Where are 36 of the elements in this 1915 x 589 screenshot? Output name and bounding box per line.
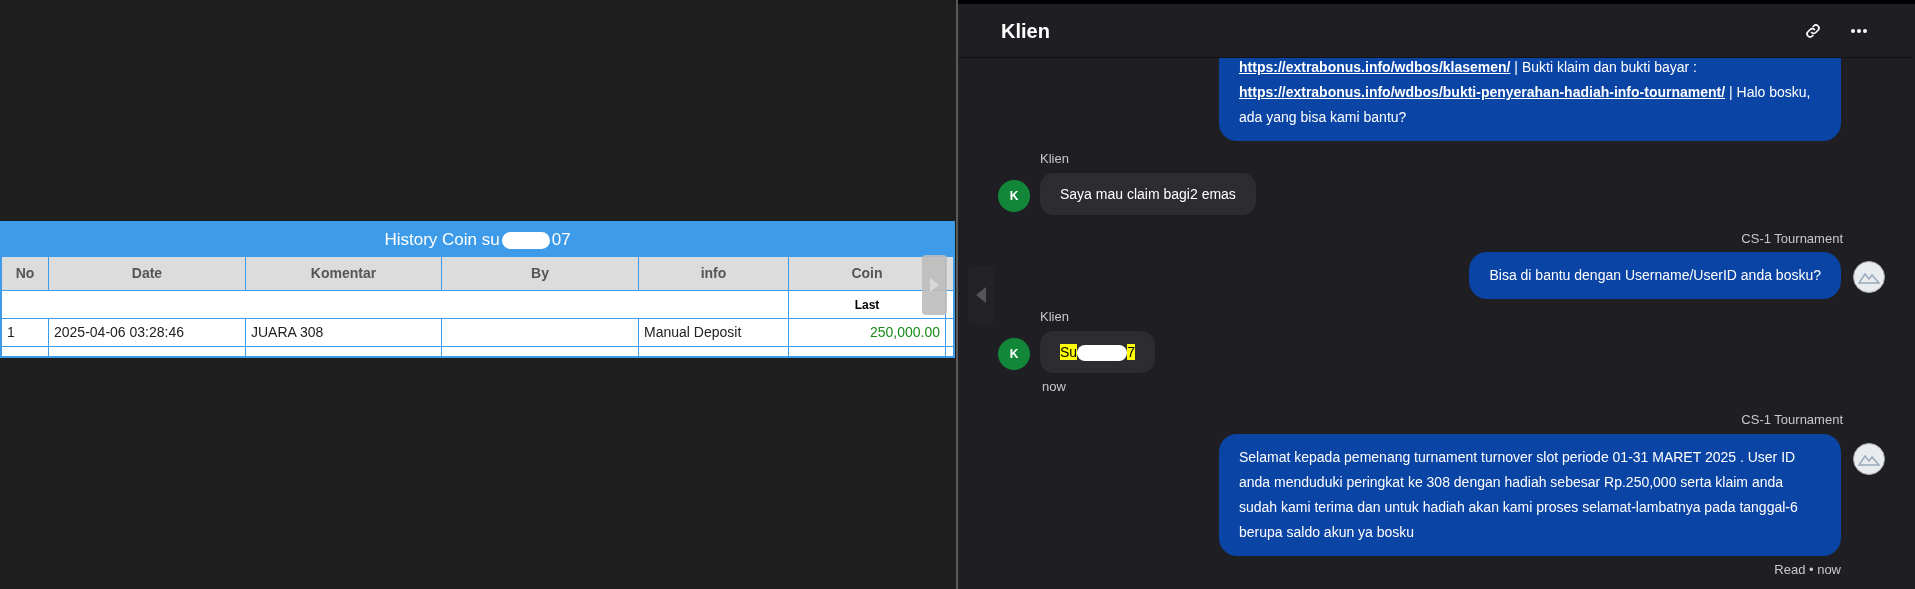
message-text: Bisa di bantu dengan Username/UserID anda bosku? xyxy=(1489,266,1821,285)
link-icon[interactable] xyxy=(1804,21,1822,40)
sender-name: Klien xyxy=(1040,308,1069,326)
user-avatar: K xyxy=(998,179,1030,212)
table-title-suffix: 07 xyxy=(551,229,571,252)
message-text: Selamat kepada pemenang turnament turnover slot periode 01-31 MARET 2025 . User ID anda menduduki peringkat ke 308 dengan hadiah sebesar Rp.250,000 serta klaim anda sudah kami terima dan untuk hadiah akan kami proses selamat-lambatnya pada tanggal-6 berupa saldo akun ya bosku xyxy=(1239,447,1799,542)
message-status: Read • now xyxy=(1774,560,1841,579)
message-text: Su 7 xyxy=(1060,342,1135,363)
sender-name: CS-1 Tournament xyxy=(1741,411,1843,429)
message-link[interactable]: https://extrabonus.info/wdbos/bukti-penyerahan-hadiah-info-tournament/ xyxy=(1239,84,1726,100)
table-cell: 250,000.00 xyxy=(789,319,946,346)
agent-avatar xyxy=(1853,442,1885,475)
sender-name: Klien xyxy=(1040,150,1069,168)
message-text: https://extrabonus.info/wdbos/klasemen/ | Bukti klaim dan bukti bayar : https://extrabonus.info/wdbos/bukti-penyerahan-hadiah-info-tournament/ | Halo bosku, ada yang bisa kami bantu? xyxy=(1239,58,1812,127)
message-link[interactable]: https://extrabonus.info/wdbos/klasemen/ xyxy=(1239,59,1511,75)
table-cell: 1 xyxy=(2,319,49,346)
table-cell: Manual Deposit xyxy=(639,319,789,346)
table-title: History Coin su xyxy=(384,229,500,252)
redaction-mark xyxy=(501,231,550,249)
agent-avatar xyxy=(1853,261,1885,293)
table-cell: 2025-04-06 03:28:46 xyxy=(49,319,246,346)
right-triangle-icon xyxy=(930,278,939,292)
column-header: No xyxy=(2,257,49,290)
column-header: Komentar xyxy=(246,257,442,290)
column-header: By xyxy=(442,257,639,290)
column-header: info xyxy=(639,257,789,290)
left-triangle-icon xyxy=(976,287,986,303)
more-icon[interactable] xyxy=(1850,27,1868,34)
sender-name: CS-1 Tournament xyxy=(1741,229,1843,248)
redaction-mark xyxy=(1077,344,1128,361)
user-avatar: K xyxy=(998,337,1030,370)
chat-title: Klien xyxy=(1001,18,1050,44)
message-text: Saya mau claim bagi2 emas xyxy=(1060,184,1236,204)
column-header: Date xyxy=(49,257,246,290)
table-cell: JUARA 308 xyxy=(246,319,442,346)
message-status: now xyxy=(1042,377,1066,396)
